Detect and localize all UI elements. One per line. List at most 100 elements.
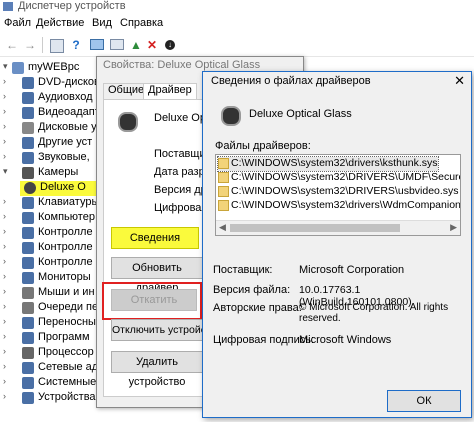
properties-icon[interactable]	[48, 37, 64, 53]
chevron-right-icon[interactable]: ›	[3, 301, 11, 311]
chevron-down-icon[interactable]: ▾	[3, 166, 11, 177]
chevron-right-icon[interactable]: ›	[3, 136, 11, 146]
rollback-button[interactable]: Откатить	[111, 289, 197, 311]
menu-file[interactable]: Файл	[4, 17, 31, 29]
remove-device-button[interactable]: Удалить устройство	[111, 351, 203, 388]
toolbar: ← → ? ▲ ✕ ↓	[0, 34, 474, 57]
file-version-label: Версия файла:	[213, 284, 291, 296]
file-icon	[218, 171, 229, 183]
controller-icon	[22, 257, 34, 269]
webcam-icon	[221, 106, 241, 126]
computer-icon	[22, 212, 34, 224]
chevron-right-icon[interactable]: ›	[3, 91, 11, 101]
back-icon[interactable]: ←	[4, 37, 20, 53]
driver-files-list[interactable]: C:\WINDOWS\system32\drivers\ksthunk.sys …	[215, 154, 461, 236]
processor-icon	[22, 347, 34, 359]
files-device-name: Deluxe Optical Glass	[249, 108, 352, 120]
chevron-right-icon[interactable]: ›	[3, 346, 11, 356]
copyright-label: Авторские права:	[213, 302, 302, 314]
app-icon	[3, 2, 13, 11]
tree-item-label: Мониторы	[38, 271, 91, 283]
help-icon[interactable]: ?	[68, 37, 84, 53]
portable-device-icon	[22, 317, 34, 329]
file-icon	[218, 199, 229, 211]
scroll-left-icon[interactable]: ◀	[219, 222, 226, 233]
camera-icon	[22, 167, 34, 179]
details-button[interactable]: Сведения	[111, 227, 199, 249]
tree-item-label: Другие уст	[38, 136, 93, 148]
chevron-right-icon[interactable]: ›	[3, 376, 11, 386]
remove-icon[interactable]: ✕	[144, 37, 160, 53]
chevron-right-icon[interactable]: ›	[3, 286, 11, 296]
software-icon	[22, 332, 34, 344]
tree-item-label: Звуковые,	[38, 151, 90, 163]
sound-icon	[22, 152, 34, 164]
scroll-right-icon[interactable]: ▶	[450, 222, 457, 233]
chevron-right-icon[interactable]: ›	[3, 256, 11, 266]
tree-item-label: Видеоадапт	[38, 106, 100, 118]
chevron-right-icon[interactable]: ›	[3, 151, 11, 161]
chevron-right-icon[interactable]: ›	[3, 361, 11, 371]
tree-item-label: Мыши и ин	[38, 286, 95, 298]
ok-button[interactable]: ОК	[387, 390, 461, 412]
chevron-right-icon[interactable]: ›	[3, 106, 11, 116]
disk-icon	[22, 122, 34, 134]
device-icon	[22, 137, 34, 149]
tree-item-label: Дисковые у	[38, 121, 97, 133]
tab-driver[interactable]: Драйвер	[143, 83, 197, 100]
chevron-right-icon[interactable]: ›	[3, 391, 11, 401]
file-path: C:\WINDOWS\system32\DRIVERS\usbvideo.sys	[231, 185, 459, 197]
tree-item-label: Контролле	[38, 226, 93, 238]
tree-root-label: myWEBpc	[28, 61, 80, 73]
chevron-down-icon[interactable]: ▾	[3, 61, 11, 72]
device-icon	[22, 392, 34, 404]
scan-icon[interactable]	[108, 37, 124, 53]
display-icon	[22, 107, 34, 119]
chevron-right-icon[interactable]: ›	[3, 211, 11, 221]
chevron-right-icon[interactable]: ›	[3, 271, 11, 281]
dvd-icon	[22, 77, 34, 89]
menu-action[interactable]: Действие	[36, 17, 84, 29]
chevron-right-icon[interactable]: ›	[3, 121, 11, 131]
title-bar: Диспетчер устройств	[0, 0, 474, 14]
chevron-right-icon[interactable]: ›	[3, 196, 11, 206]
tree-item-label: Клавиатуры	[38, 196, 100, 208]
network-icon	[22, 362, 34, 374]
digital-signer-value: Microsoft Windows	[299, 334, 392, 346]
tree-item-label: Устройства	[38, 391, 96, 403]
chevron-right-icon[interactable]: ›	[3, 316, 11, 326]
menu-help[interactable]: Справка	[120, 17, 163, 29]
chevron-right-icon[interactable]: ›	[3, 241, 11, 251]
tree-item-label: Программ	[38, 331, 90, 343]
list-item[interactable]: C:\WINDOWS\system32\drivers\WdmCompanion…	[218, 199, 460, 213]
webcam-icon	[24, 182, 36, 194]
close-icon[interactable]: ✕	[454, 73, 465, 89]
chevron-right-icon[interactable]: ›	[3, 76, 11, 86]
file-icon	[218, 185, 229, 197]
audio-icon	[22, 92, 34, 104]
disable-device-button[interactable]: Отключить устройств	[111, 319, 203, 341]
horizontal-scrollbar[interactable]: ◀ ▶	[216, 220, 460, 235]
list-item[interactable]: C:\WINDOWS\system32\DRIVERS\usbvideo.sys	[218, 185, 459, 199]
mouse-icon	[22, 287, 34, 299]
tree-item-label: Переносны	[38, 316, 96, 328]
forward-icon[interactable]: →	[22, 37, 38, 53]
list-item[interactable]: C:\WINDOWS\system32\DRIVERS\UMDF\SecureU…	[218, 171, 460, 185]
file-path: C:\WINDOWS\system32\drivers\ksthunk.sys	[231, 157, 438, 169]
tree-item-label: Системные	[38, 376, 97, 388]
menu-view[interactable]: Вид	[92, 17, 112, 29]
computer-icon[interactable]	[88, 37, 104, 53]
chevron-right-icon[interactable]: ›	[3, 226, 11, 236]
scrollbar-thumb[interactable]	[230, 224, 400, 232]
list-item[interactable]: C:\WINDOWS\system32\drivers\ksthunk.sys	[217, 156, 439, 172]
tree-item-label: Очереди пе	[38, 301, 99, 313]
update-icon[interactable]: ▲	[128, 37, 144, 53]
download-icon[interactable]: ↓	[162, 37, 178, 53]
driver-files-dialog: Сведения о файлах драйверов ✕ Deluxe Opt…	[202, 71, 472, 418]
chevron-right-icon[interactable]: ›	[3, 331, 11, 341]
tree-item-label: Процессор	[38, 346, 94, 358]
tree-item-label: Deluxe O	[40, 181, 86, 193]
driver-files-title: Сведения о файлах драйверов	[211, 75, 371, 87]
tree-item-selected[interactable]: Deluxe O	[20, 181, 100, 196]
update-driver-button[interactable]: Обновить драйвер	[111, 257, 203, 294]
